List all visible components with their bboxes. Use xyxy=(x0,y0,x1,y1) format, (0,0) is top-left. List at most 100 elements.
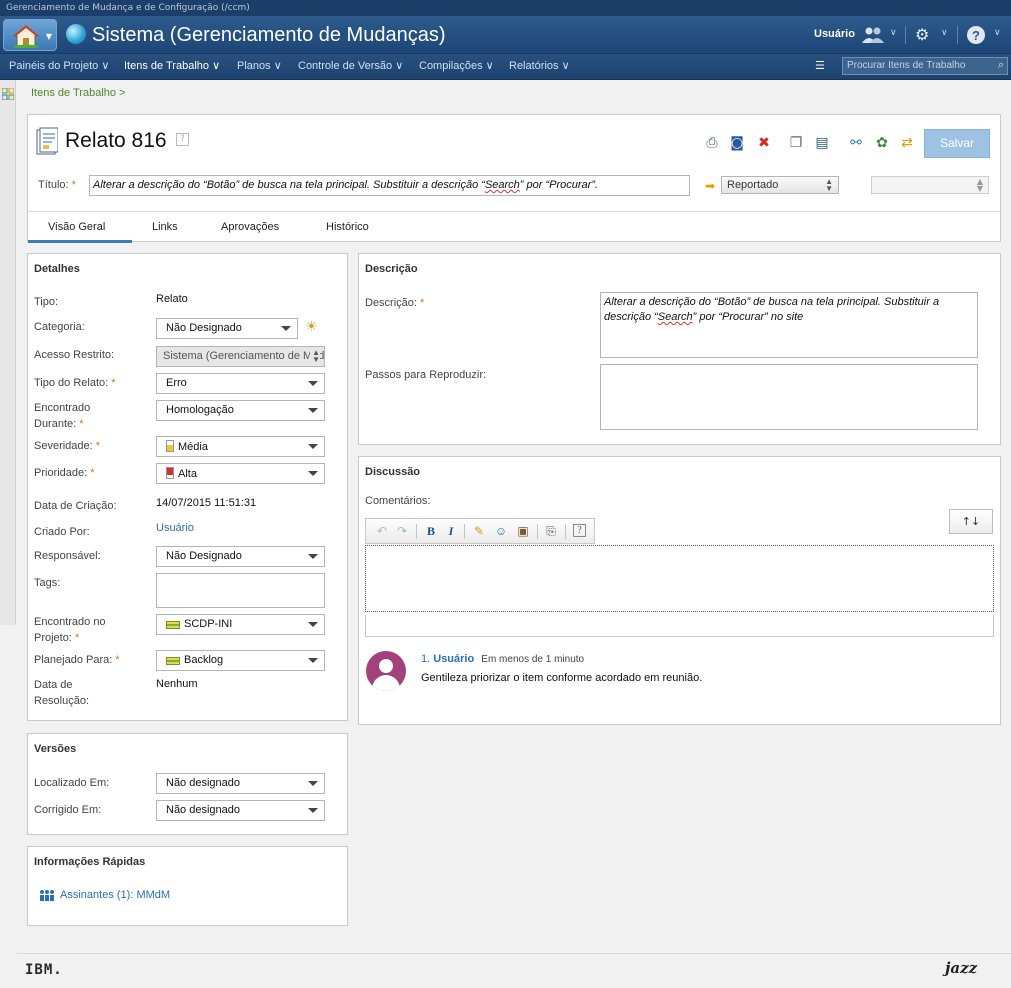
description-textarea[interactable]: Alterar a descrição do “Botão” de busca … xyxy=(600,292,978,358)
found-in-select[interactable]: Não designado xyxy=(156,773,325,794)
tab-approvals[interactable]: Aprovações xyxy=(221,221,279,233)
steps-to-reproduce-textarea[interactable] xyxy=(600,364,978,430)
comment-editor[interactable] xyxy=(365,545,994,612)
refresh-icon[interactable]: ⇄ xyxy=(899,135,915,151)
found-in-project-select[interactable]: SCDP-INI xyxy=(156,614,325,635)
owner-label: Responsável: xyxy=(34,550,101,562)
found-in-label: Localizado Em: xyxy=(34,777,110,789)
camera-icon[interactable]: ◙ xyxy=(729,135,745,151)
title-input[interactable]: Alterar a descrição do “Botão” de busca … xyxy=(89,175,690,196)
tab-history[interactable]: Histórico xyxy=(326,221,369,233)
home-icon xyxy=(12,25,40,48)
nav-plans[interactable]: Planos ∨ xyxy=(237,59,282,72)
nav-work-items[interactable]: Itens de Trabalho ∨ xyxy=(124,59,220,72)
updown-icon: ▲ ▼ xyxy=(976,177,983,193)
search-input[interactable]: Procurar Itens de Trabalho ⌕ xyxy=(842,57,1008,75)
redo-icon[interactable]: ↷ xyxy=(395,524,409,538)
app-banner: ▼ Sistema (Gerenciamento de Mudanças) Us… xyxy=(0,16,1011,54)
tags-input[interactable] xyxy=(156,573,325,608)
nav-reports[interactable]: Relatórios ∨ xyxy=(509,59,570,72)
delete-icon[interactable]: ✖ xyxy=(756,135,772,151)
nav-source-control[interactable]: Controle de Versão ∨ xyxy=(298,59,403,72)
comment-author-link[interactable]: Usuário xyxy=(433,653,474,665)
severity-select[interactable]: Média xyxy=(156,436,325,457)
updown-icon: ▲ ▼ xyxy=(310,348,320,364)
comment-editor-footer xyxy=(365,615,994,637)
breadcrumb[interactable]: Itens de Trabalho > xyxy=(31,87,125,99)
link-icon[interactable]: ⚯ xyxy=(848,135,864,151)
chevron-down-icon[interactable]: ∨ xyxy=(941,28,948,38)
dropdown-arrow-icon xyxy=(308,808,318,813)
owner-select[interactable]: Não Designado xyxy=(156,546,325,567)
priority-high-icon xyxy=(166,467,174,479)
subscribers-link[interactable]: Assinantes (1): MMdM xyxy=(60,889,170,901)
restricted-access-label: Acesso Restrito: xyxy=(34,349,115,361)
planned-for-select[interactable]: Backlog xyxy=(156,650,325,671)
fixed-in-select[interactable]: Não designado xyxy=(156,800,325,821)
resolution-date-label: Data de xyxy=(34,679,73,691)
state-select[interactable]: Reportado ▲ ▼ xyxy=(721,176,839,194)
priority-select[interactable]: Alta xyxy=(156,463,325,484)
copy-icon[interactable]: ❐ xyxy=(788,135,804,151)
help-icon[interactable]: ? xyxy=(966,25,986,45)
list-menu-icon[interactable]: ☰ xyxy=(815,60,826,72)
sort-comments-button[interactable]: ↑↓ xyxy=(949,509,993,534)
chevron-down-icon[interactable]: ∨ xyxy=(890,28,897,38)
versions-panel: Versões Localizado Em: Não designado Cor… xyxy=(27,733,348,835)
subscribe-icon[interactable]: ✿ xyxy=(874,135,890,151)
subscribers-icon xyxy=(40,890,54,901)
divider xyxy=(464,524,465,539)
restricted-access-select[interactable]: Sistema (Gerenciamento de Mudanças)▲▼ xyxy=(156,346,325,367)
report-type-select[interactable]: Erro xyxy=(156,373,325,394)
planned-for-label: Planejado Para: * xyxy=(34,654,120,666)
timeline-icon xyxy=(166,657,180,665)
created-by-link[interactable]: Usuário xyxy=(156,522,194,534)
category-select[interactable]: Não Designado xyxy=(156,318,298,339)
chevron-down-icon[interactable]: ∨ xyxy=(994,28,1001,38)
divider xyxy=(416,524,417,539)
main-nav: Painéis do Projeto ∨ Itens de Trabalho ∨… xyxy=(0,54,1011,80)
found-during-label: Encontrado xyxy=(34,402,91,414)
action-select[interactable]: ▲ ▼ xyxy=(871,176,989,194)
description-panel: Descrição Descrição: * Alterar a descriç… xyxy=(358,253,1001,445)
print-icon[interactable]: ⎙ xyxy=(704,135,720,151)
link-icon[interactable]: ✎ xyxy=(472,524,486,538)
updown-icon: ▲ ▼ xyxy=(825,177,833,193)
italic-icon[interactable]: I xyxy=(444,524,458,538)
type-value: Relato xyxy=(156,293,188,305)
priority-label: Prioridade: * xyxy=(34,467,95,479)
report-type-label: Tipo do Relato: * xyxy=(34,377,116,389)
bold-icon[interactable]: B xyxy=(424,524,438,538)
dropdown-arrow-icon xyxy=(308,381,318,386)
divider xyxy=(957,26,958,44)
help-icon[interactable]: ? xyxy=(573,524,586,537)
mention-user-icon[interactable]: ☺ xyxy=(494,524,508,538)
save-button[interactable]: Salvar xyxy=(924,129,990,158)
duplicate-icon[interactable]: ▤ xyxy=(814,135,830,151)
undo-icon[interactable]: ↶ xyxy=(375,524,389,538)
dashboard-grid-icon[interactable] xyxy=(2,88,14,100)
dropdown-arrow-icon xyxy=(308,444,318,449)
home-menu-button[interactable]: ▼ xyxy=(3,19,57,51)
nav-project-dashboards[interactable]: Painéis do Projeto ∨ xyxy=(9,59,109,72)
tab-overview[interactable]: Visão Geral xyxy=(48,221,105,233)
dropdown-arrow-icon xyxy=(281,326,291,331)
search-icon[interactable]: ⌕ xyxy=(998,59,1004,72)
attachment-icon[interactable]: ⎘ xyxy=(544,524,558,538)
comment-header: 1. Usuário Em menos de 1 minuto xyxy=(421,653,585,665)
found-during-select[interactable]: Homologação xyxy=(156,400,325,421)
help-icon[interactable]: ? xyxy=(176,133,189,146)
comment-text: Gentileza priorizar o item conforme acor… xyxy=(421,672,703,684)
title-label: Título: * xyxy=(38,179,76,191)
people-icon[interactable] xyxy=(861,25,885,45)
user-menu-label[interactable]: Usuário xyxy=(814,28,855,40)
globe-icon xyxy=(66,24,86,44)
insert-item-icon[interactable]: ▣ xyxy=(516,524,530,538)
details-panel: Detalhes Tipo: Relato Categoria: Não Des… xyxy=(27,253,348,721)
category-lightbulb-icon[interactable]: ☀ xyxy=(305,319,318,335)
section-title: Detalhes xyxy=(34,263,80,275)
gear-icon[interactable]: ⚙ xyxy=(915,25,929,45)
tab-links[interactable]: Links xyxy=(152,221,178,233)
window-title: Gerenciamento de Mudança e de Configuraç… xyxy=(0,0,1011,16)
nav-builds[interactable]: Compilações ∨ xyxy=(419,59,494,72)
